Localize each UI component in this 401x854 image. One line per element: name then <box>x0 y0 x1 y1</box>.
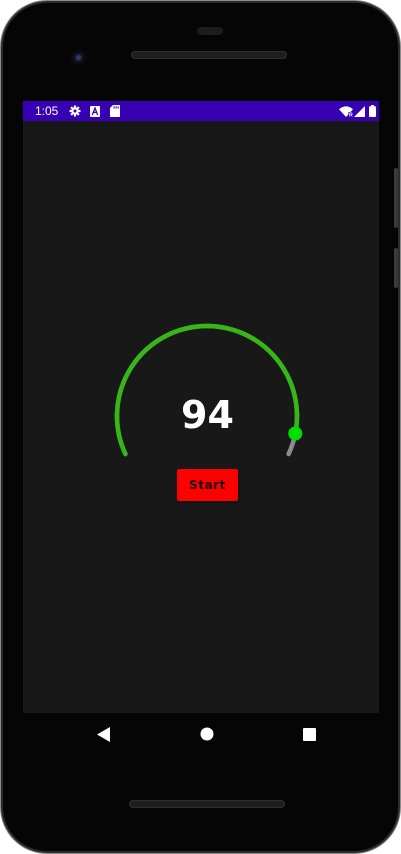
wifi-icon: R <box>339 105 353 117</box>
back-icon[interactable] <box>95 725 113 743</box>
sensor-slot <box>197 27 223 35</box>
status-time: 1:05 <box>35 104 59 118</box>
home-icon[interactable] <box>198 725 216 743</box>
bottom-speaker <box>129 800 285 808</box>
power-button <box>394 248 398 288</box>
gauge-value: 94 <box>181 393 234 437</box>
sd-card-icon <box>109 105 121 117</box>
recents-icon[interactable] <box>300 725 318 743</box>
start-button[interactable]: Start <box>177 469 238 501</box>
status-bar: 1:05 R <box>23 101 379 121</box>
app-screen: 1:05 R 94 Start <box>23 101 379 713</box>
earpiece-speaker <box>131 51 287 59</box>
front-camera <box>71 50 86 65</box>
settings-gear-icon <box>69 105 81 117</box>
battery-icon <box>368 105 376 117</box>
signal-icon <box>353 105 365 117</box>
volume-button <box>394 168 398 228</box>
a-notification-icon <box>89 105 101 117</box>
navigation-bar <box>23 713 379 755</box>
